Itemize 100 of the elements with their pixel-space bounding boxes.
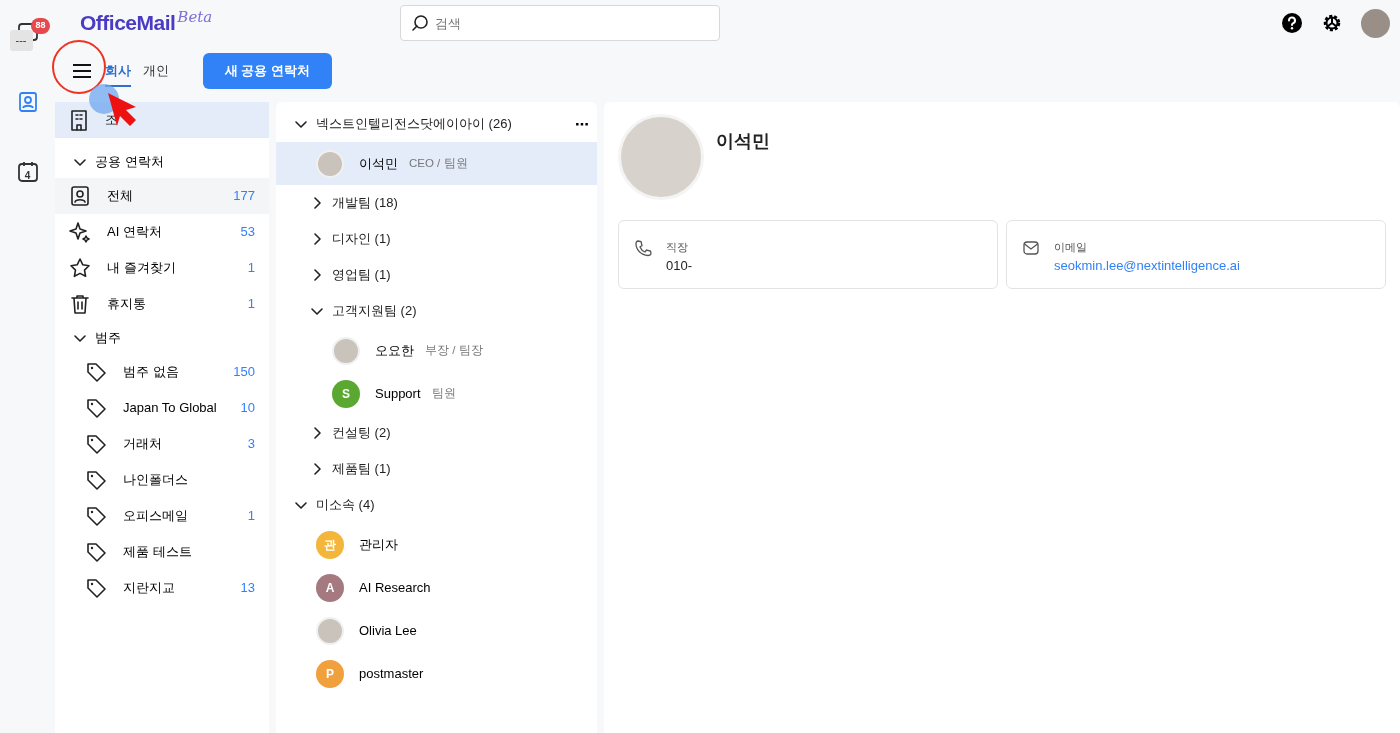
contact-name: Olivia Lee — [359, 621, 417, 640]
contact-name: 오요한 — [375, 341, 414, 360]
item-count: 177 — [233, 187, 255, 206]
sidebar-item[interactable]: 나인폴더스 — [55, 462, 269, 498]
item-count: 1 — [247, 259, 255, 278]
group-label: 디자인 (1) — [332, 230, 391, 249]
settings-icon — [1321, 12, 1343, 34]
group-label: 제품팀 (1) — [332, 460, 391, 479]
contact-name: 관리자 — [359, 535, 398, 554]
group-label: 미소속 (4) — [316, 496, 375, 515]
contact-name: Support — [375, 384, 421, 403]
tree-group-row[interactable]: 미소속 (4) — [276, 487, 597, 523]
sidebar-item[interactable]: 내 즐겨찾기 1 — [55, 250, 269, 286]
field-label: 이메일 — [1054, 240, 1088, 255]
tree-group-row[interactable]: 영업팀 (1) — [276, 257, 597, 293]
sidebar-item[interactable]: 거래처 3 — [55, 426, 269, 462]
building-icon — [69, 108, 89, 131]
group-label: 컨설팅 (2) — [332, 424, 391, 443]
tag-icon — [85, 577, 107, 599]
new-contact-button[interactable]: 새 공용 연락처 — [203, 53, 332, 89]
initial-avatar: A — [316, 573, 344, 602]
contact-row[interactable]: 관 관리자 — [276, 523, 597, 566]
contact-row[interactable]: 오요한 부장 / 팀장 — [276, 329, 597, 372]
phone-icon — [634, 239, 652, 257]
item-label: 전체 — [107, 187, 133, 206]
calendar-day: 4 — [24, 168, 31, 183]
sidebar-item[interactable]: 전체 177 — [55, 178, 269, 214]
sidebar-item[interactable]: Japan To Global 10 — [55, 390, 269, 426]
tag-icon — [85, 469, 107, 491]
sidebar-item[interactable]: 휴지통 1 — [55, 286, 269, 322]
sidebar-item[interactable]: 오피스메일 1 — [55, 498, 269, 534]
item-label: Japan To Global — [123, 399, 217, 418]
contact-row[interactable]: P postmaster — [276, 652, 597, 695]
group-label: 영업팀 (1) — [332, 266, 391, 285]
email-link[interactable]: seokmin.lee@nextintelligence.ai — [1054, 255, 1240, 275]
tree-group-row[interactable]: 컨설팅 (2) — [276, 415, 597, 451]
item-count: 150 — [233, 363, 255, 382]
initial-avatar: S — [332, 379, 360, 408]
contact-book-icon — [16, 91, 39, 113]
item-count: 1 — [247, 507, 255, 526]
item-label: 제품 테스트 — [123, 543, 192, 562]
contact-row[interactable]: S Support 팀원 — [276, 372, 597, 415]
contact-role: 부장 / 팀장 — [425, 342, 483, 358]
tag-icon — [85, 361, 107, 383]
contact-name: 이석민 — [716, 130, 770, 153]
tree-group-row[interactable]: 넥스트인텔리전스닷에이아이 (26) ⋯ — [276, 106, 597, 142]
sidebar-item[interactable]: 범주 없음 150 — [55, 354, 269, 390]
contact-card-icon — [69, 185, 91, 207]
sparkle-icon — [69, 221, 91, 243]
tree-group-row[interactable]: 디자인 (1) — [276, 221, 597, 257]
contact-name: AI Research — [359, 578, 431, 597]
envelope-icon — [1022, 239, 1040, 257]
calendar-nav-button[interactable]: 4 — [9, 154, 46, 190]
sidebar-item[interactable]: 지란지교 13 — [55, 570, 269, 606]
item-count: 3 — [247, 435, 255, 454]
section-header[interactable]: 공용 연락처 — [55, 146, 269, 178]
contact-role: CEO / 팀원 — [409, 155, 468, 171]
contact-row[interactable]: A AI Research — [276, 566, 597, 609]
contact-name: postmaster — [359, 664, 424, 683]
item-label: 휴지통 — [107, 295, 146, 314]
item-label: AI 연락처 — [107, 223, 162, 242]
section-header[interactable]: 범주 — [55, 322, 269, 354]
item-label: 범주 없음 — [123, 363, 179, 382]
user-avatar[interactable] — [1361, 8, 1390, 38]
more-button[interactable]: ⋯ — [571, 113, 593, 135]
trash-icon — [69, 293, 91, 315]
item-label: 내 즐겨찾기 — [107, 259, 176, 278]
section-title: 범주 — [95, 329, 121, 348]
avatar-photo-placeholder — [316, 616, 344, 645]
beta-label: Beta — [177, 7, 213, 28]
avatar-photo-placeholder — [332, 336, 360, 365]
item-label: 나인폴더스 — [123, 471, 188, 490]
calendar-icon — [16, 161, 39, 183]
contact-name: 이석민 — [359, 154, 398, 173]
item-count: 13 — [240, 579, 255, 598]
section-title: 공용 연락처 — [95, 153, 164, 172]
tag-icon — [85, 433, 107, 455]
group-label: 개발팀 (18) — [332, 194, 398, 213]
field-label: 직장 — [666, 240, 689, 255]
item-count: 10 — [240, 399, 255, 418]
tree-group-row[interactable]: 고객지원팀 (2) — [276, 293, 597, 329]
search-field[interactable]: 검색 — [400, 5, 721, 41]
tree-group-row[interactable]: 제품팀 (1) — [276, 451, 597, 487]
tag-icon — [85, 397, 107, 419]
settings-button[interactable] — [1321, 12, 1343, 34]
contact-row[interactable]: Olivia Lee — [276, 609, 597, 652]
item-count: 53 — [240, 223, 255, 242]
contact-row[interactable]: 이석민 CEO / 팀원 — [276, 142, 597, 185]
search-icon — [411, 14, 430, 32]
initial-avatar: P — [316, 659, 344, 688]
item-label: 거래처 — [123, 435, 162, 454]
sidebar-item[interactable]: 제품 테스트 — [55, 534, 269, 570]
sidebar-item[interactable]: AI 연락처 53 — [55, 214, 269, 250]
app-logo: OfficeMail — [80, 10, 176, 37]
tab[interactable]: 개인 — [143, 55, 169, 87]
tree-group-row[interactable]: 개발팀 (18) — [276, 185, 597, 221]
item-label: 오피스메일 — [123, 507, 188, 526]
group-label: 고객지원팀 (2) — [332, 302, 417, 321]
item-label: 지란지교 — [123, 579, 175, 598]
help-button[interactable] — [1281, 12, 1303, 34]
